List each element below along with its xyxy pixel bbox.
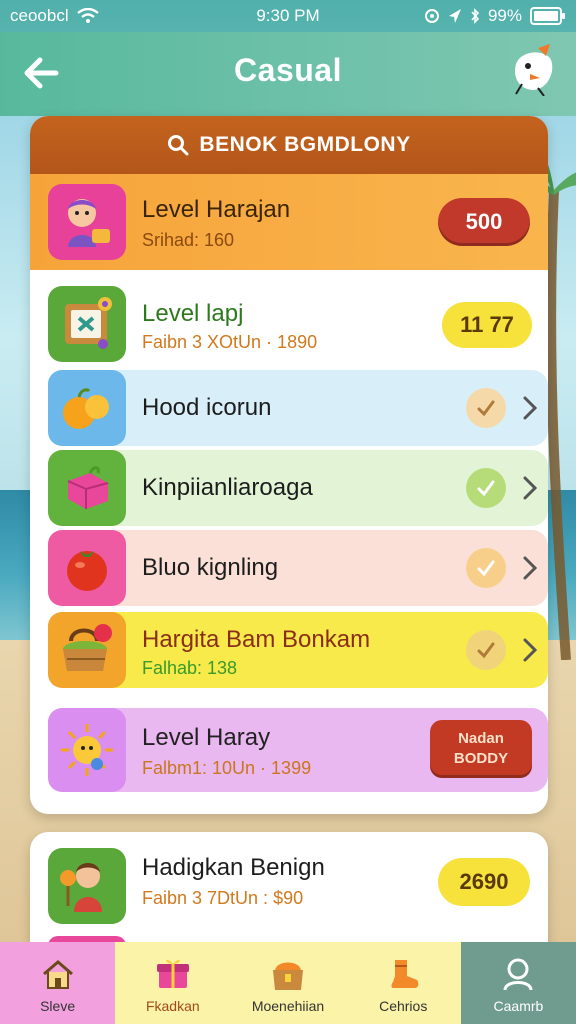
carrier-label: ceoobcl	[10, 6, 69, 25]
panel-heading: BENOK BGMDLONY	[30, 116, 548, 174]
level-subtitle: Srihad: 160	[142, 230, 235, 250]
task-title: Kinpiianliaroaga	[142, 474, 313, 501]
tab-label: Moenehiian	[251, 998, 325, 1014]
gift-icon	[156, 959, 189, 988]
level-title: Hadigkan Benign	[142, 854, 325, 881]
fruit-icon	[63, 388, 109, 429]
basket-icon	[63, 624, 112, 671]
level-title: Level Haray	[142, 724, 271, 751]
bluetooth-icon	[471, 8, 480, 24]
page-title: Casual	[234, 52, 342, 88]
search-icon[interactable]	[167, 134, 189, 156]
level-row[interactable]: Level Haray Falbm1: 10Un · 1399 Nadan BO…	[48, 708, 548, 792]
app-header: Casual	[0, 32, 576, 116]
level-badge[interactable]: 11 77	[442, 302, 532, 348]
level-row[interactable]: Level lapj Faibn 3 XOtUn · 1890 11 77	[48, 286, 548, 362]
level-title: Level Harajan	[142, 196, 291, 223]
claim-check-icon[interactable]	[466, 388, 506, 428]
battery-icon	[530, 7, 565, 25]
task-row[interactable]: Bluo kignling	[48, 530, 548, 606]
chevron-right-icon[interactable]	[522, 394, 538, 422]
tab-gifts[interactable]: Fkadkan	[115, 942, 231, 1024]
sun-character-icon	[61, 724, 113, 776]
tab-label: Sleve	[40, 998, 76, 1014]
wifi-icon	[76, 8, 99, 23]
tab-home[interactable]: Sleve	[0, 942, 116, 1024]
level-badge[interactable]: 2690	[438, 858, 530, 906]
level-icon-tile	[48, 848, 126, 924]
level-subtitle: Falbm1: 10Un · 1399	[142, 758, 312, 778]
status-bar: ceoobcl 9:30 PM 99%	[0, 0, 576, 32]
tab-chest[interactable]: Moenehiian	[230, 942, 346, 1024]
claim-check-icon[interactable]	[466, 468, 506, 508]
level-badge[interactable]: 500	[438, 198, 530, 246]
tomato-icon	[67, 551, 107, 591]
tab-profile[interactable]: Caamrb	[460, 942, 576, 1024]
status-time: 9:30 PM	[256, 6, 320, 25]
task-row[interactable]: Kinpiianliaroaga	[48, 450, 548, 526]
mascot-avatar-icon[interactable]	[510, 44, 558, 96]
claim-check-icon[interactable]	[466, 548, 506, 588]
task-title: Hargita Bam Bonkam	[142, 626, 371, 653]
task-row[interactable]: Hargita Bam Bonkam Falhab: 138	[48, 612, 548, 688]
location-icon	[448, 9, 461, 23]
level-row-highlighted[interactable]: Level Harajan Srihad: 160 500	[30, 174, 548, 270]
chevron-right-icon[interactable]	[522, 636, 538, 664]
profile-icon	[503, 958, 533, 991]
home-icon	[42, 960, 73, 989]
baby-doll-icon	[68, 199, 110, 247]
boot-icon	[391, 960, 419, 988]
puzzle-board-icon	[65, 297, 112, 349]
level-title: Level lapj	[142, 300, 244, 327]
level-subtitle: Faibn 3 XOtUn · 1890	[142, 332, 318, 352]
task-icon-tile	[48, 530, 126, 606]
level-icon-tile	[48, 184, 126, 260]
tab-label: Caamrb	[493, 998, 544, 1014]
task-title: Bluo kignling	[142, 554, 279, 581]
task-icon-tile	[48, 370, 126, 446]
levels-panel: BENOK BGMDLONY Level Harajan Srihad: 160…	[30, 116, 548, 814]
chevron-right-icon[interactable]	[522, 474, 538, 502]
chest-icon	[273, 962, 303, 990]
panel-heading-text: BENOK BGMDLONY	[199, 133, 411, 156]
level-action-label: Nadan BODDY	[453, 730, 509, 767]
level-action-button[interactable]: Nadan BODDY	[430, 720, 532, 778]
tab-label: Fkadkan	[145, 998, 200, 1014]
tab-label: Cehrios	[379, 998, 428, 1014]
task-title: Hood icorun	[142, 394, 272, 421]
task-icon-tile	[48, 612, 126, 688]
level-icon-tile	[48, 286, 126, 362]
task-icon-tile	[48, 450, 126, 526]
chevron-right-icon[interactable]	[522, 554, 538, 582]
kid-character-icon	[60, 863, 102, 912]
gift-box-icon	[67, 466, 109, 509]
level-subtitle: Faibn 3 7DtUn : $90	[142, 888, 304, 908]
level-icon-tile	[48, 708, 126, 792]
task-row[interactable]: Hood icorun	[48, 370, 548, 446]
battery-percent: 99%	[487, 6, 522, 25]
claim-check-icon[interactable]	[466, 630, 506, 670]
task-subtitle: Falhab: 138	[142, 658, 238, 678]
bottom-tab-bar: Sleve Fkadkan Moenehiian Cehrios Caamrb	[0, 942, 576, 1024]
tab-boots[interactable]: Cehrios	[345, 942, 461, 1024]
alarm-icon	[424, 9, 439, 23]
